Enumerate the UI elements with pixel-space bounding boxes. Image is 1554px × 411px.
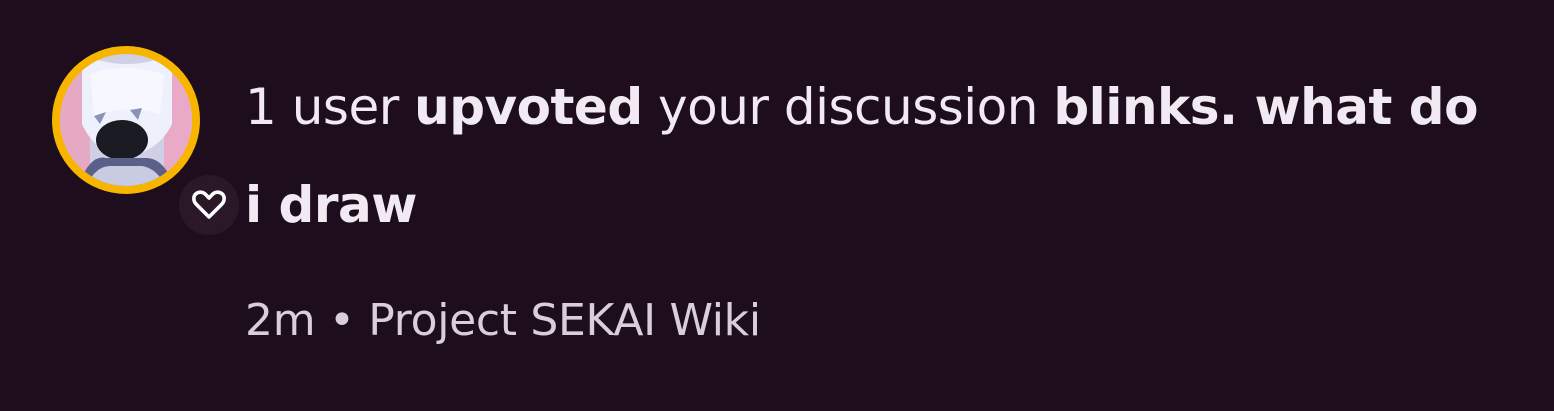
badge-inner: [179, 175, 239, 235]
upvote-count: 1 user: [245, 78, 399, 136]
timestamp: 2m: [245, 295, 316, 346]
middle-text: your discussion: [658, 78, 1038, 136]
notification-item[interactable]: 1 user upvoted your discussion blinks. w…: [0, 0, 1554, 411]
avatar-container[interactable]: [52, 46, 248, 244]
separator-dot: •: [328, 295, 355, 346]
notification-text: 1 user upvoted your discussion blinks. w…: [245, 58, 1505, 254]
action-label: upvoted: [414, 78, 643, 136]
wiki-name: Project SEKAI Wiki: [368, 295, 761, 346]
heart-icon: [192, 190, 226, 219]
avatar-image: [60, 54, 192, 186]
notification-meta: 2m • Project SEKAI Wiki: [245, 286, 761, 356]
heart-badge: [170, 166, 248, 244]
avatar[interactable]: [52, 46, 200, 194]
